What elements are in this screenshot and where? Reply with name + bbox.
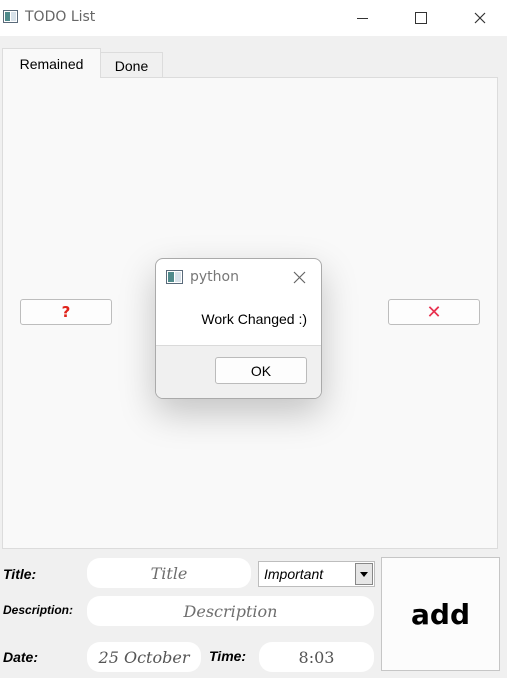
maximize-button[interactable] bbox=[398, 0, 444, 36]
minimize-icon bbox=[356, 17, 368, 19]
title-label: Title: bbox=[3, 566, 37, 582]
window-title: TODO List bbox=[25, 9, 96, 25]
title-bar: TODO List bbox=[0, 0, 507, 36]
title-input[interactable]: Title bbox=[87, 558, 251, 588]
message-dialog: python Work Changed :) OK bbox=[155, 258, 322, 399]
dialog-message: Work Changed :) bbox=[201, 311, 307, 327]
priority-select[interactable]: Important bbox=[258, 561, 375, 587]
dialog-footer: OK bbox=[156, 345, 321, 398]
add-button[interactable]: add bbox=[381, 557, 500, 671]
chevron-down-icon bbox=[360, 571, 368, 577]
delete-x-icon: ✕ bbox=[426, 301, 442, 323]
description-input[interactable]: Description bbox=[87, 596, 374, 626]
close-icon bbox=[293, 271, 305, 283]
description-label: Description: bbox=[3, 603, 74, 617]
date-label: Date: bbox=[3, 649, 39, 665]
ok-button[interactable]: OK bbox=[215, 357, 307, 384]
minimize-button[interactable] bbox=[339, 0, 385, 36]
dialog-title: python bbox=[190, 269, 239, 285]
dropdown-button[interactable] bbox=[355, 563, 373, 585]
time-label: Time: bbox=[209, 648, 247, 664]
close-icon bbox=[474, 12, 486, 24]
question-icon: ? bbox=[61, 303, 71, 321]
tab-done[interactable]: Done bbox=[100, 52, 163, 78]
priority-value: Important bbox=[264, 566, 324, 582]
app-window-icon bbox=[3, 10, 18, 23]
time-input[interactable]: 8:03 bbox=[259, 642, 374, 672]
date-input[interactable]: 25 October bbox=[87, 642, 201, 672]
dialog-close-button[interactable] bbox=[286, 266, 312, 288]
question-button[interactable]: ? bbox=[20, 299, 112, 325]
delete-button[interactable]: ✕ bbox=[388, 299, 480, 325]
tab-remained[interactable]: Remained bbox=[2, 48, 101, 78]
close-button[interactable] bbox=[457, 0, 503, 36]
python-app-icon bbox=[166, 270, 183, 284]
maximize-icon bbox=[415, 12, 427, 24]
